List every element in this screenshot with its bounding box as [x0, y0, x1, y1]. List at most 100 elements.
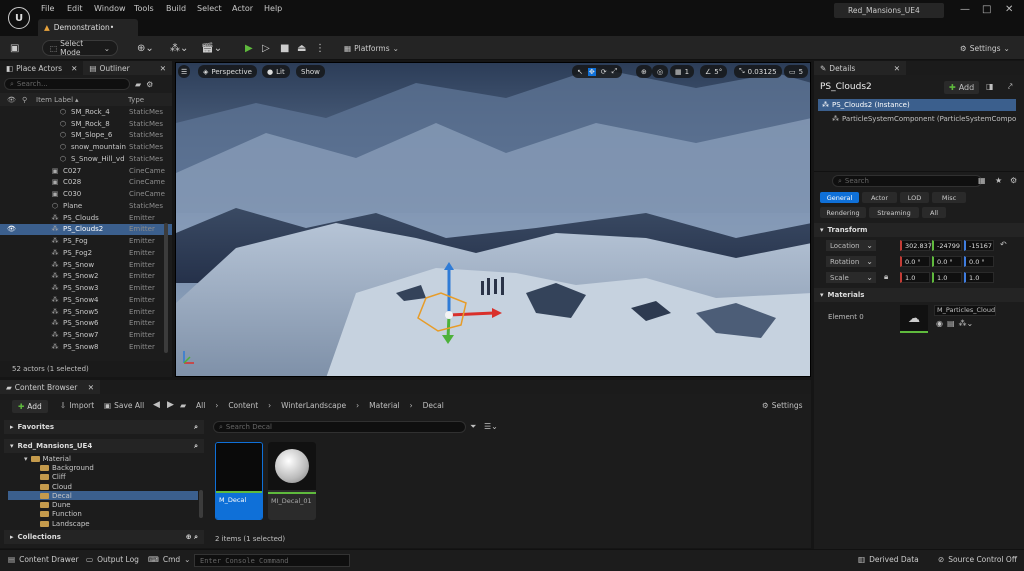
outliner-row[interactable]: ▣ C028 CineCame	[0, 177, 172, 189]
outliner-row[interactable]: ⬡ SM_Slope_6 StaticMes	[0, 130, 172, 142]
rotation-y-input[interactable]: 0.0 °	[932, 256, 962, 267]
menu-actor[interactable]: Actor	[232, 4, 253, 13]
folder-icon[interactable]: ▰	[180, 401, 186, 410]
cinematics-icon[interactable]: 🎬︎⌄	[201, 40, 222, 56]
component-row[interactable]: ⁂ ParticleSystemComponent (ParticleSyste…	[832, 113, 1018, 125]
rotation-x-input[interactable]: 0.0 °	[900, 256, 930, 267]
tree-folder[interactable]: Decal	[8, 491, 198, 501]
perspective-button[interactable]: ◈ Perspective	[198, 65, 257, 78]
outliner-row[interactable]: ⁂ PS_Clouds Emitter	[0, 212, 172, 224]
material-name-field[interactable]: M_Particles_Cloud	[934, 305, 996, 316]
surface-snap-icon[interactable]: ◎	[652, 65, 669, 78]
filter-misc[interactable]: Misc	[932, 192, 966, 203]
lock-icon[interactable]: 🔒︎	[884, 272, 888, 282]
star-icon[interactable]: ★	[995, 176, 1002, 185]
pin-icon[interactable]: ⚲	[22, 96, 27, 104]
asset-tile[interactable]: M_Decal	[215, 442, 263, 520]
move-tool-icon[interactable]: ✥	[587, 67, 596, 76]
import-button[interactable]: ⇩ Import	[60, 401, 94, 410]
gear-icon[interactable]: ⚙	[1010, 176, 1017, 185]
menu-select[interactable]: Select	[197, 4, 222, 13]
lit-button[interactable]: ● Lit	[262, 65, 290, 78]
outliner-row[interactable]: ⬡ Plane StaticMes	[0, 200, 172, 212]
filter-general[interactable]: General	[820, 192, 859, 203]
folder-icon[interactable]: ▰	[135, 80, 141, 89]
breadcrumb-decal[interactable]: Decal	[423, 401, 444, 410]
location-z-input[interactable]: -15167	[964, 240, 994, 251]
outliner-row[interactable]: ⁂ PS_Snow3 Emitter	[0, 282, 172, 294]
scale-x-input[interactable]: 1.0	[900, 272, 930, 283]
world-space-icon[interactable]: ⊕	[636, 65, 652, 78]
col-type[interactable]: Type	[128, 96, 144, 104]
filter-icon[interactable]: ⏷	[470, 422, 476, 432]
location-x-input[interactable]: 302.837	[900, 240, 932, 251]
console-input[interactable]: Enter Console Command	[194, 554, 350, 567]
filter-rendering[interactable]: Rendering	[820, 207, 866, 218]
outliner-row[interactable]: ▣ C030 CineCame	[0, 188, 172, 200]
outliner-row[interactable]: ⁂ PS_Fog Emitter	[0, 235, 172, 247]
cb-settings-button[interactable]: ⚙ Settings	[762, 401, 803, 410]
favorites-section[interactable]: ▸ Favorites ⌕	[4, 420, 204, 434]
material-options-icon[interactable]: ⁂⌄	[959, 319, 974, 328]
play-icon[interactable]: ▶	[245, 40, 253, 56]
tree-folder[interactable]: Cliff	[8, 473, 198, 482]
unreal-logo-icon[interactable]: U	[8, 7, 30, 29]
close-icon[interactable]: ✕	[88, 383, 94, 392]
platforms-dropdown[interactable]: ▦ Platforms ⌄	[344, 40, 399, 56]
tab-details[interactable]: ✎ Details ✕	[814, 61, 906, 75]
add-actor-icon[interactable]: ⊕⌄	[137, 40, 154, 56]
transform-category[interactable]: ▾ Transform	[814, 223, 1024, 237]
outliner-row[interactable]: ⁂ PS_Snow Emitter	[0, 259, 172, 271]
breadcrumb-all[interactable]: All	[196, 401, 205, 410]
blueprint-icon[interactable]: ◨	[986, 82, 994, 91]
blueprint-icon[interactable]: ⁂⌄	[170, 40, 188, 56]
rotation-snap-button[interactable]: ∠ 5°	[700, 65, 728, 78]
content-drawer-button[interactable]: ▤ Content Drawer	[8, 555, 79, 564]
tab-outliner[interactable]: ▤ Outliner ✕	[83, 61, 172, 75]
add-collection-icon[interactable]: ⊕ ⌕	[186, 533, 204, 542]
edit-icon[interactable]: ⤤	[1008, 82, 1013, 92]
tree-folder[interactable]: Background	[8, 463, 198, 472]
close-icon[interactable]: ✕	[894, 64, 900, 73]
maximize-icon[interactable]: □	[982, 4, 991, 15]
tree-folder[interactable]: Dune	[8, 500, 198, 509]
outliner-row[interactable]: ⁂ PS_Snow8 Emitter	[0, 341, 172, 353]
close-icon[interactable]: ✕	[1005, 4, 1013, 15]
outliner-row[interactable]: ⬡ SM_Rock_8 StaticMes	[0, 118, 172, 130]
back-icon[interactable]: ◀	[153, 400, 160, 410]
tree-folder[interactable]: Landscape	[8, 519, 198, 528]
search-icon[interactable]: ⌕	[194, 442, 204, 451]
filter-lod[interactable]: LOD	[900, 192, 929, 203]
filter-all[interactable]: All	[922, 207, 946, 218]
filter-streaming[interactable]: Streaming	[869, 207, 919, 218]
outliner-search-input[interactable]: ⌕ Search...	[4, 78, 130, 90]
cmd-dropdown[interactable]: ⌨ Cmd ⌄	[148, 555, 190, 564]
scale-z-input[interactable]: 1.0	[964, 272, 994, 283]
forward-icon[interactable]: ▶	[167, 400, 174, 410]
collections-section[interactable]: ▸ Collections ⊕ ⌕	[4, 530, 204, 544]
details-search-input[interactable]: ⌕ Search	[832, 175, 982, 187]
browse-icon[interactable]: ◉	[936, 319, 943, 328]
reset-icon[interactable]: ↶	[1000, 240, 1007, 249]
asset-search-input[interactable]: ⌕ Search Decal	[213, 421, 466, 433]
tab-place-actors[interactable]: ◧ Place Actors ✕	[0, 61, 83, 75]
breadcrumb-material[interactable]: Material	[369, 401, 399, 410]
visibility-icon[interactable]: 👁︎	[7, 96, 16, 104]
tree-folder[interactable]: Cloud	[8, 482, 198, 491]
menu-build[interactable]: Build	[166, 4, 186, 13]
filter-actor[interactable]: Actor	[862, 192, 897, 203]
select-tool-icon[interactable]: ↖	[577, 68, 583, 76]
filter-list-icon[interactable]: ☰⌄	[484, 422, 498, 431]
outliner-row[interactable]: ⬡ snow_mountain StaticMes	[0, 141, 172, 153]
rotation-z-input[interactable]: 0.0 °	[964, 256, 994, 267]
menu-tools[interactable]: Tools	[134, 4, 154, 13]
outliner-row[interactable]: ⁂ PS_Snow4 Emitter	[0, 294, 172, 306]
grid-snap-button[interactable]: ▦ 1	[670, 65, 695, 78]
rotation-dropdown[interactable]: Rotation ⌄	[826, 256, 876, 267]
scale-dropdown[interactable]: Scale ⌄	[826, 272, 876, 283]
tree-material[interactable]: ▾ Material	[8, 454, 198, 463]
tree-scrollbar[interactable]	[199, 490, 203, 518]
minimize-icon[interactable]: —	[960, 4, 970, 15]
outliner-row[interactable]: ⁂ PS_Snow2 Emitter	[0, 271, 172, 283]
menu-edit[interactable]: Edit	[67, 4, 83, 13]
